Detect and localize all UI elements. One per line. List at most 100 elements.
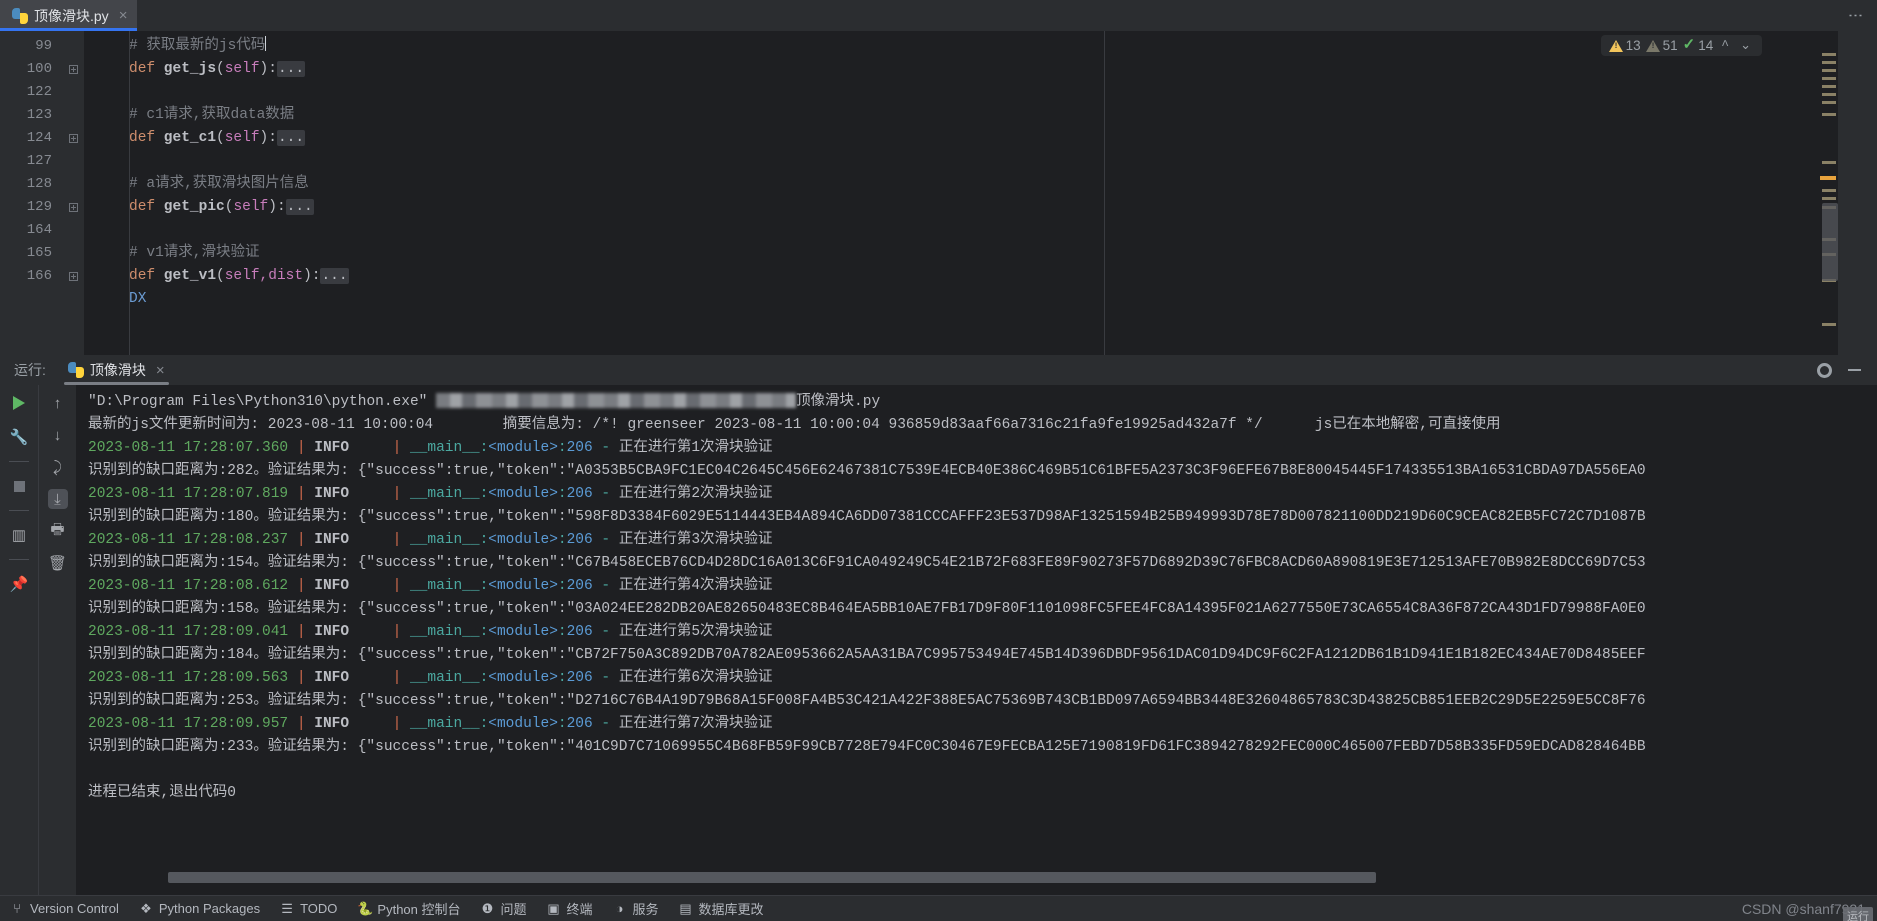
log-separator: | (296, 716, 306, 732)
status-item-database-changes[interactable]: ▤ 数据库更改 (679, 899, 764, 918)
printer-icon[interactable]: 🖶 (48, 521, 68, 541)
pin-icon[interactable]: 📌 (9, 574, 29, 594)
layout-icon[interactable]: ▥ (9, 525, 29, 545)
status-item-python-console[interactable]: 🐍 Python 控制台 (357, 899, 460, 918)
command-suffix: 顶像滑块.py (796, 394, 881, 410)
status-label: Python Packages (158, 901, 261, 916)
log-source: __main__:<module>:206 (401, 670, 593, 686)
warning-count: 13 (1625, 38, 1641, 53)
result-token: {"success":true,"token":"03A024EE282DB20… (357, 601, 1646, 617)
stop-icon[interactable] (9, 476, 29, 496)
gear-icon[interactable] (1817, 362, 1832, 378)
console-output[interactable]: "D:\Program Files\Python310\python.exe" … (76, 385, 1877, 895)
log-separator: | (296, 624, 306, 640)
arrow-up-icon[interactable]: ↑ (48, 393, 68, 413)
log-separator: | (392, 486, 402, 502)
result-token: {"success":true,"token":"CB72F750A3C892D… (357, 647, 1646, 663)
code-area[interactable]: # 获取最新的js代码 def get_js(self):... # c1请求,… (84, 31, 1820, 355)
status-item-todo[interactable]: ☰ TODO (280, 901, 337, 917)
gap-distance: 158 (227, 601, 254, 617)
result-prefix: 识别到的缺口距离为: (88, 509, 228, 525)
fold-toggle-129[interactable] (62, 196, 84, 219)
log-level: INFO (305, 716, 393, 732)
soft-wrap-icon[interactable]: ⤸ (48, 457, 68, 477)
folded-region[interactable]: ... (285, 199, 314, 215)
text-caret (265, 36, 267, 51)
code-editor[interactable]: 99 100 122 123 124 127 128 129 164 165 1… (0, 31, 1877, 355)
result-mid: 。验证结果为: (253, 463, 358, 479)
console-line-log: 2023-08-11 17:28:08.612 | INFO | __main_… (88, 578, 773, 594)
gap-distance: 233 (227, 739, 254, 755)
next-problem-icon[interactable]: ⌄ (1737, 38, 1754, 53)
csdn-watermark: CSDN @shanf7921 运行 (1742, 901, 1877, 921)
run-header-actions (1817, 362, 1877, 378)
check-group[interactable]: ✓ 14 (1683, 38, 1714, 53)
inspection-widget[interactable]: 13 51 ✓ 14 ^ ⌄ (1600, 35, 1762, 56)
status-item-terminal[interactable]: ▣ 终端 (547, 899, 593, 918)
status-label: 终端 (566, 902, 593, 917)
wrench-icon[interactable]: 🔧 (9, 427, 29, 447)
status-label: 数据库更改 (698, 902, 764, 917)
result-prefix: 识别到的缺口距离为: (88, 463, 228, 479)
console-line-result: 识别到的缺口距离为:233。验证结果为: {"success":true,"to… (88, 736, 1877, 759)
folded-region[interactable]: ... (276, 61, 306, 77)
status-label: 问题 (500, 902, 527, 917)
log-timestamp: 2023-08-11 17:28:09.041 (88, 624, 289, 640)
param-self: self (224, 61, 260, 77)
log-level: INFO (305, 578, 393, 594)
close-icon[interactable]: × (115, 8, 128, 23)
problems-icon: ❶ (481, 900, 494, 916)
line-number: 99 (35, 38, 52, 54)
more-options-icon[interactable]: ⋮ (1843, 8, 1867, 23)
trash-icon[interactable]: 🗑 (48, 553, 68, 573)
log-level: INFO (305, 440, 393, 456)
arrow-down-icon[interactable]: ↓ (48, 425, 68, 445)
line-number-gutter: 99 100 122 123 124 127 128 129 164 165 1… (0, 31, 62, 355)
paren-close: ) (268, 199, 277, 215)
minimize-icon[interactable] (1848, 369, 1861, 371)
weak-warning-group[interactable]: 51 (1645, 38, 1678, 53)
console-horizontal-scrollbar-track[interactable] (76, 872, 1877, 883)
run-tool-window-header: 运行: 顶像滑块 × (0, 355, 1877, 385)
watermark-badge: 运行 (1843, 906, 1873, 921)
log-timestamp: 2023-08-11 17:28:09.957 (88, 716, 289, 732)
editor-marker-bar[interactable] (1820, 31, 1838, 355)
play-icon[interactable] (9, 393, 29, 413)
console-line-log: 2023-08-11 17:28:07.819 | INFO | __main_… (88, 486, 773, 502)
close-icon[interactable]: × (152, 363, 165, 378)
editor-tab-bar: 顶像滑块.py × ⋮ (0, 0, 1877, 31)
log-source: __main__:<module>:206 (401, 440, 593, 456)
log-separator: | (296, 440, 306, 456)
editor-vertical-scrollbar[interactable] (1822, 203, 1838, 281)
log-separator: | (392, 670, 402, 686)
console-horizontal-scrollbar-thumb[interactable] (168, 872, 1376, 883)
code-folding-gutter[interactable] (62, 31, 84, 355)
log-message: 正在进行第7次滑块验证 (618, 716, 773, 732)
folded-region[interactable]: ... (320, 268, 349, 284)
scroll-to-end-icon[interactable]: ⤓ (47, 489, 68, 509)
fold-toggle-100[interactable] (62, 58, 84, 81)
keyword-def: def (129, 268, 156, 284)
log-level: INFO (305, 532, 393, 548)
fold-toggle-124[interactable] (62, 127, 84, 150)
gap-distance: 154 (227, 555, 254, 571)
result-mid: 。验证结果为: (253, 601, 358, 617)
editor-tab-dingxiang[interactable]: 顶像滑块.py × (0, 0, 138, 31)
fold-toggle-166[interactable] (62, 265, 84, 288)
log-timestamp: 2023-08-11 17:28:08.612 (88, 578, 289, 594)
status-item-python-packages[interactable]: ❖ Python Packages (139, 901, 260, 917)
code-line-99: # 获取最新的js代码 (84, 35, 1820, 58)
previous-problem-icon[interactable]: ^ (1718, 38, 1732, 53)
python-file-icon (12, 7, 28, 24)
console-line-result: 识别到的缺口距离为:282。验证结果为: {"success":true,"to… (88, 460, 1877, 483)
status-item-services[interactable]: ◑ 服务 (613, 899, 659, 918)
console-line-result: 识别到的缺口距离为:180。验证结果为: {"success":true,"to… (88, 506, 1877, 529)
run-configuration-tab[interactable]: 顶像滑块 × (60, 355, 173, 385)
line-number: 164 (26, 222, 52, 238)
status-item-problems[interactable]: ❶ 问题 (481, 899, 527, 918)
folded-region[interactable]: ... (276, 130, 306, 146)
result-mid: 。验证结果为: (253, 693, 358, 709)
redacted-path (436, 393, 797, 408)
warning-group[interactable]: 13 (1608, 38, 1641, 53)
status-item-version-control[interactable]: ⑂ Version Control (10, 901, 119, 916)
